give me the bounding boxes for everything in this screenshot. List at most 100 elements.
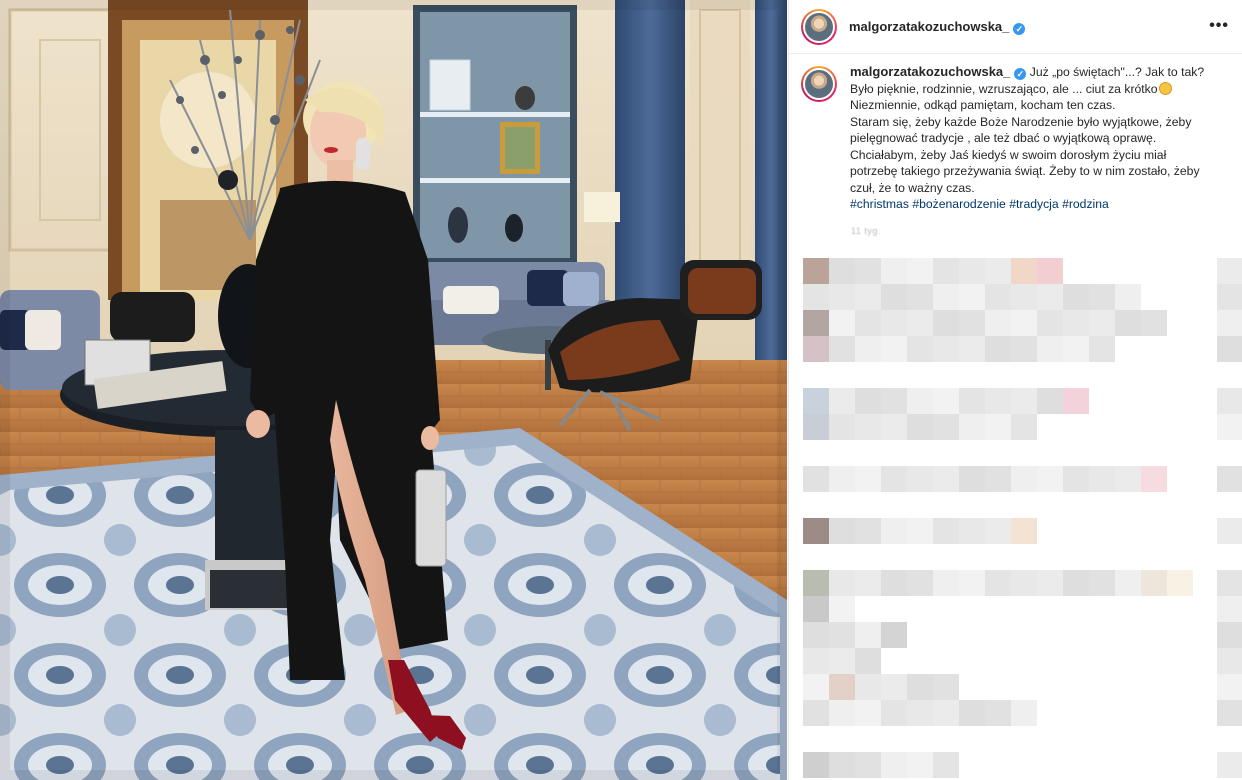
pixelated-comment-cell <box>855 388 881 414</box>
pixelated-comment-cell <box>1011 414 1037 440</box>
pixelated-comment-cell <box>1011 570 1037 596</box>
pixelated-comment-cell <box>803 596 829 622</box>
pixelated-comment-cell <box>829 388 855 414</box>
pixelated-comment-cell <box>881 622 907 648</box>
pixelated-comment-cell <box>933 414 959 440</box>
pixelated-comment-cell <box>803 518 829 544</box>
hashtag-link[interactable]: #rodzina <box>1062 197 1109 211</box>
pixelated-comment-cell <box>855 674 881 700</box>
author-username[interactable]: malgorzatakozuchowska_ ✓ <box>849 19 1026 35</box>
pixelated-comment-cell <box>1217 284 1242 310</box>
pixelated-comment-cell <box>933 752 959 778</box>
pixelated-comment-cell <box>959 388 985 414</box>
pixelated-comment-cell <box>855 258 881 284</box>
pixelated-comment-cell <box>907 284 933 310</box>
pixelated-comment-cell <box>1141 466 1167 492</box>
post-photo[interactable] <box>0 0 787 780</box>
pixelated-comment-cell <box>881 284 907 310</box>
pixelated-comment-cell <box>1089 336 1115 362</box>
post-caption: malgorzatakozuchowska_ ✓ Już „po świętach… <box>789 64 1242 213</box>
pixelated-comment-cell <box>1011 310 1037 336</box>
caption-line: pielęgnować tradycje , ale też dbać o wy… <box>850 131 1157 145</box>
pixelated-comment-cell <box>933 518 959 544</box>
pixelated-comment-cell <box>985 570 1011 596</box>
pixelated-comment-cell <box>881 388 907 414</box>
pixelated-comment-cell <box>959 258 985 284</box>
pixelated-comment-cell <box>907 518 933 544</box>
pixelated-comment-cell <box>829 310 855 336</box>
pixelated-comment-cell <box>829 700 855 726</box>
pixelated-comment-cell <box>829 518 855 544</box>
caption-line: Było pięknie, rodzinnie, wzruszająco, al… <box>850 81 1158 96</box>
caption-line: Chciałabym, żeby Jaś kiedyś w swoim doro… <box>850 147 1167 162</box>
pixelated-comment-cell <box>803 570 829 596</box>
pixelated-comment-cell <box>1063 388 1089 414</box>
pixelated-comment-cell <box>1011 700 1037 726</box>
pixelated-comment-cell <box>1063 336 1089 362</box>
pixelated-comment-cell <box>1217 336 1242 362</box>
pixelated-comment-cell <box>1141 310 1167 336</box>
pixelated-comment-cell <box>933 284 959 310</box>
pixelated-comment-cell <box>907 414 933 440</box>
hashtag-link[interactable]: #christmas <box>850 197 909 211</box>
pixelated-comment-cell <box>1037 258 1063 284</box>
pixelated-comment-cell <box>829 414 855 440</box>
pixelated-comment-cell <box>855 622 881 648</box>
pixelated-comment-cell <box>881 518 907 544</box>
pixelated-comment-cell <box>985 336 1011 362</box>
pixelated-comment-cell <box>985 466 1011 492</box>
pixelated-comment-cell <box>907 388 933 414</box>
caption-line: Niezmiennie, odkąd pamiętam, kocham ten … <box>850 98 1116 112</box>
caption-line: potrzebę takiego przeżywania świąt. Żeby… <box>850 164 1200 178</box>
pixelated-comment-cell <box>1217 596 1242 622</box>
pixelated-comment-cell <box>1011 284 1037 310</box>
caption-author-avatar[interactable] <box>801 66 837 102</box>
pixelated-comment-cell <box>829 284 855 310</box>
pixelated-comment-cell <box>829 674 855 700</box>
hashtag-list: #christmas #bożenarodzenie #tradycja #ro… <box>850 196 1222 213</box>
pixelated-comment-cell <box>959 700 985 726</box>
pixelated-comment-cell <box>1089 310 1115 336</box>
pixelated-comment-cell <box>1063 570 1089 596</box>
more-options-icon[interactable]: ••• <box>1209 18 1229 34</box>
pixelated-comment-cell <box>803 674 829 700</box>
pixelated-comment-cell <box>933 570 959 596</box>
pixelated-comment-cell <box>829 466 855 492</box>
pixelated-comment-cell <box>1011 388 1037 414</box>
pixelated-comment-cell <box>985 414 1011 440</box>
pixelated-comment-cell <box>907 310 933 336</box>
pixelated-comment-cell <box>907 258 933 284</box>
author-avatar[interactable] <box>801 8 837 45</box>
pixelated-comment-cell <box>933 258 959 284</box>
pixelated-comment-cell <box>1037 336 1063 362</box>
post-image <box>0 0 787 780</box>
pixelated-comment-cell <box>907 674 933 700</box>
hashtag-link[interactable]: #bożenarodzenie <box>912 197 1006 211</box>
caption-line: Staram się, żeby każde Boże Narodzenie b… <box>850 114 1192 129</box>
pixelated-comment-cell <box>1217 570 1242 596</box>
pixelated-comment-cell <box>1217 414 1242 440</box>
pixelated-comment-cell <box>933 466 959 492</box>
pixelated-comment-cell <box>855 466 881 492</box>
pixelated-comment-cell <box>855 518 881 544</box>
pixelated-comment-cell <box>829 752 855 778</box>
pixelated-comment-cell <box>855 700 881 726</box>
caption-author-username[interactable]: malgorzatakozuchowska_ ✓ <box>850 64 1027 80</box>
pixelated-comment-cell <box>855 414 881 440</box>
pixelated-comment-cell <box>1011 258 1037 284</box>
pixelated-comment-cell <box>985 518 1011 544</box>
pixelated-comment-cell <box>1063 310 1089 336</box>
pixelated-comment-cell <box>1115 466 1141 492</box>
pixelated-comment-cell <box>803 700 829 726</box>
pixelated-comment-cell <box>803 336 829 362</box>
pixelated-comment-cell <box>907 336 933 362</box>
pixelated-comment-cell <box>881 336 907 362</box>
pixelated-comment-cell <box>985 388 1011 414</box>
pixelated-comment-cell <box>933 700 959 726</box>
pixelated-comment-cell <box>907 752 933 778</box>
pixelated-comment-cell <box>959 336 985 362</box>
pixelated-comment-cell <box>881 700 907 726</box>
hashtag-link[interactable]: #tradycja <box>1009 197 1058 211</box>
pixelated-comment-cell <box>985 310 1011 336</box>
pixelated-comments-area <box>789 232 1242 780</box>
